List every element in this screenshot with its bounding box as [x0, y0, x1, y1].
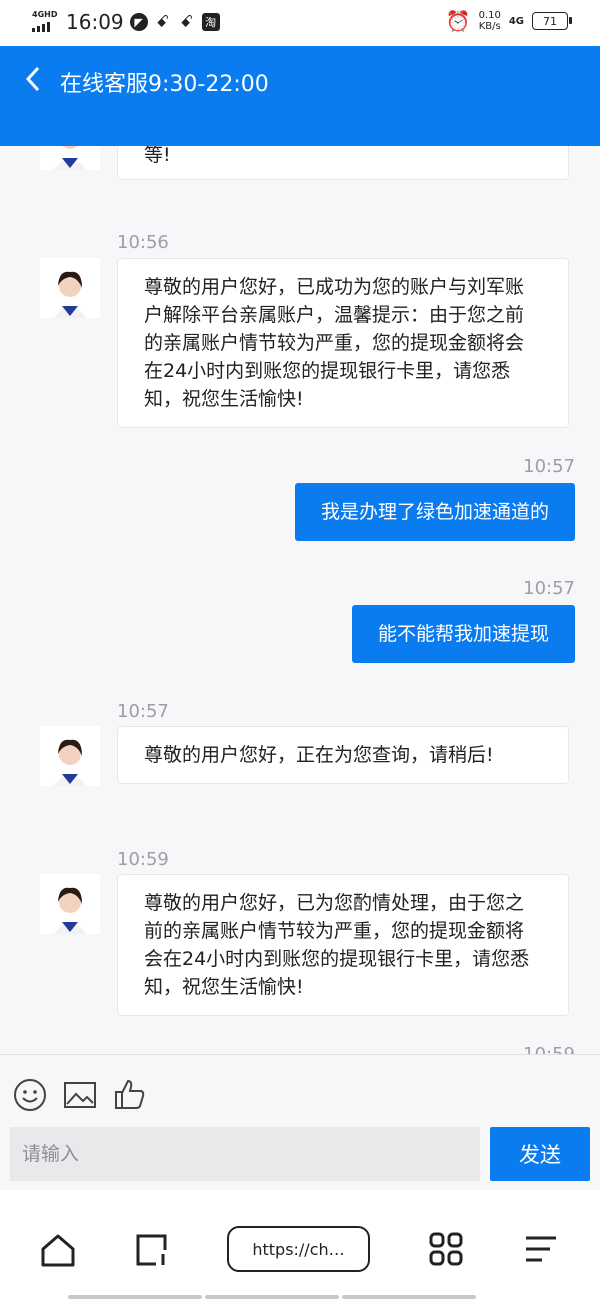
message-timestamp: 10:59	[117, 849, 169, 870]
agent-avatar	[40, 726, 100, 786]
tabs-icon[interactable]	[132, 1230, 172, 1270]
alarm-icon: ⏰	[445, 9, 471, 33]
message-input[interactable]	[10, 1127, 480, 1181]
mobile-data-indicator: 4G	[508, 15, 524, 27]
agent-avatar	[40, 146, 100, 170]
cellular-signal-icon: 4GHD	[32, 9, 58, 35]
message-bubble: 尊敬的用户您好，已成功为您的账户与刘军账户解除平台亲属账户，温馨提示：由于您之前…	[117, 258, 569, 428]
image-icon[interactable]	[62, 1077, 98, 1113]
weibo-icon: ꗃ	[156, 12, 170, 31]
message-timestamp: 10:57	[523, 456, 575, 477]
address-bar[interactable]: https://ch…	[227, 1226, 370, 1272]
message-timestamp: 10:56	[117, 232, 169, 253]
network-speed: 0.10 KB/s	[478, 10, 501, 32]
clock: 16:09	[66, 10, 124, 34]
chat-messages[interactable]: 等! 10:56 尊敬的用户您好，已成功为您的账户与刘军账户解除平台亲属账户，温…	[0, 146, 600, 1054]
user-message-bubble: 能不能帮我加速提现	[351, 605, 575, 663]
message-bubble: 等!	[117, 146, 569, 180]
agent-avatar	[40, 258, 100, 318]
message-timestamp: 10:57	[523, 578, 575, 599]
message-bubble: 尊敬的用户您好，正在为您查询，请稍后!	[117, 726, 569, 784]
thumbs-up-icon[interactable]	[112, 1077, 148, 1113]
taobao-icon: 淘	[201, 13, 220, 31]
menu-icon[interactable]	[522, 1230, 562, 1270]
message-timestamp: 10:57	[117, 701, 169, 722]
page-title: 在线客服9:30-22:00	[60, 72, 269, 97]
message-bubble: 尊敬的用户您好，已为您酌情处理，由于您之前的亲属账户情节较为严重，您的提现金额将…	[117, 874, 569, 1016]
navigation-app-icon: ◤	[129, 13, 148, 31]
message-timestamp: 10:59	[523, 1044, 575, 1054]
apps-grid-icon[interactable]	[427, 1230, 467, 1270]
back-arrow-icon[interactable]	[24, 64, 42, 100]
tab-indicator	[0, 1295, 600, 1300]
battery-icon: 71	[532, 12, 572, 30]
agent-avatar	[40, 874, 100, 934]
message-composer: 发送	[0, 1054, 600, 1191]
send-button[interactable]: 发送	[490, 1127, 590, 1181]
chat-header: 在线客服9:30-22:00	[0, 46, 600, 146]
weibo-icon-2: ꗃ	[180, 12, 194, 31]
home-icon[interactable]	[38, 1230, 78, 1270]
user-message-bubble: 我是办理了绿色加速通道的	[294, 483, 575, 541]
status-bar: 4GHD 16:09 ◤ ꗃ ꗃ 淘 ⏰ 0.10 KB/s 4G 71	[0, 0, 600, 46]
url-text: https://ch…	[252, 1239, 345, 1259]
emoji-icon[interactable]	[12, 1077, 48, 1113]
browser-toolbar: https://ch…	[0, 1190, 600, 1300]
